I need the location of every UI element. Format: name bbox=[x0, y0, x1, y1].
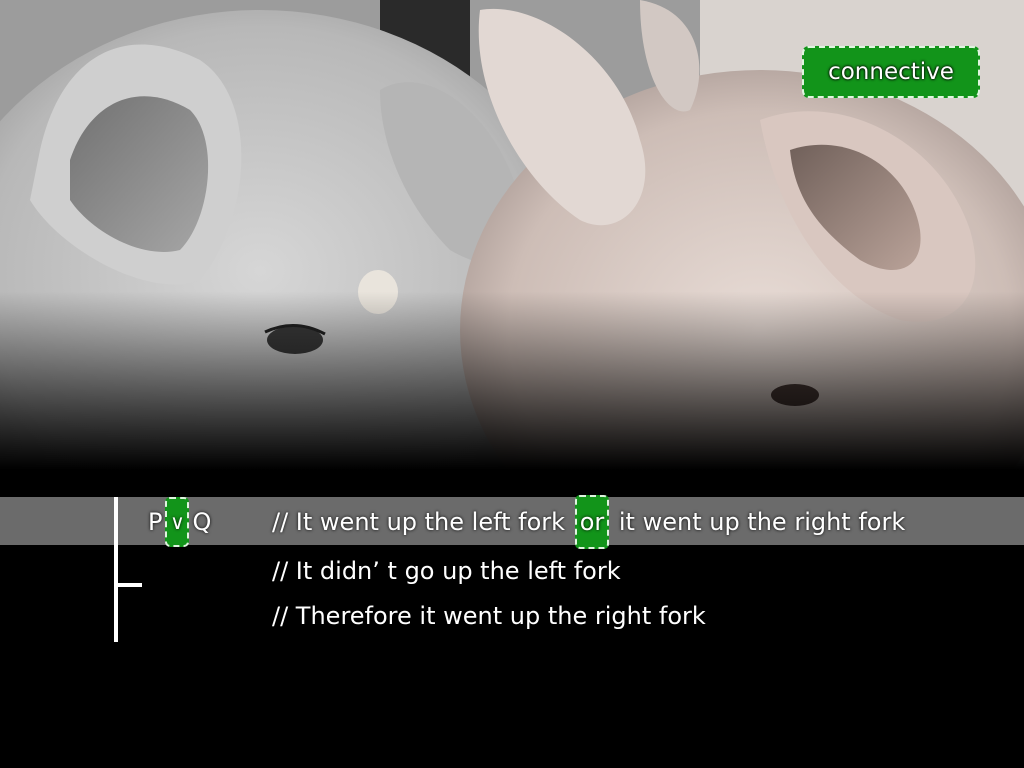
conclusion: // Therefore it went up the right fork bbox=[272, 602, 706, 630]
formula: P ∨ Q bbox=[148, 497, 212, 547]
premise-1-connective-word: or bbox=[574, 495, 610, 549]
formula-or-operator: ∨ bbox=[165, 497, 190, 547]
formula-p: P bbox=[148, 508, 163, 536]
premise-1-before: // It went up the left fork bbox=[272, 508, 573, 536]
turnstile-icon-bar bbox=[114, 583, 142, 587]
premise-1: // It went up the left fork or it went u… bbox=[272, 495, 906, 549]
slide: connective P ∨ Q // It went up the left … bbox=[0, 0, 1024, 768]
formula-q: Q bbox=[192, 508, 212, 536]
premise-1-after: it went up the right fork bbox=[611, 508, 906, 536]
premise-2: // It didn’ t go up the left fork bbox=[272, 557, 621, 585]
turnstile-icon bbox=[114, 497, 118, 642]
connective-label: connective bbox=[802, 46, 980, 98]
